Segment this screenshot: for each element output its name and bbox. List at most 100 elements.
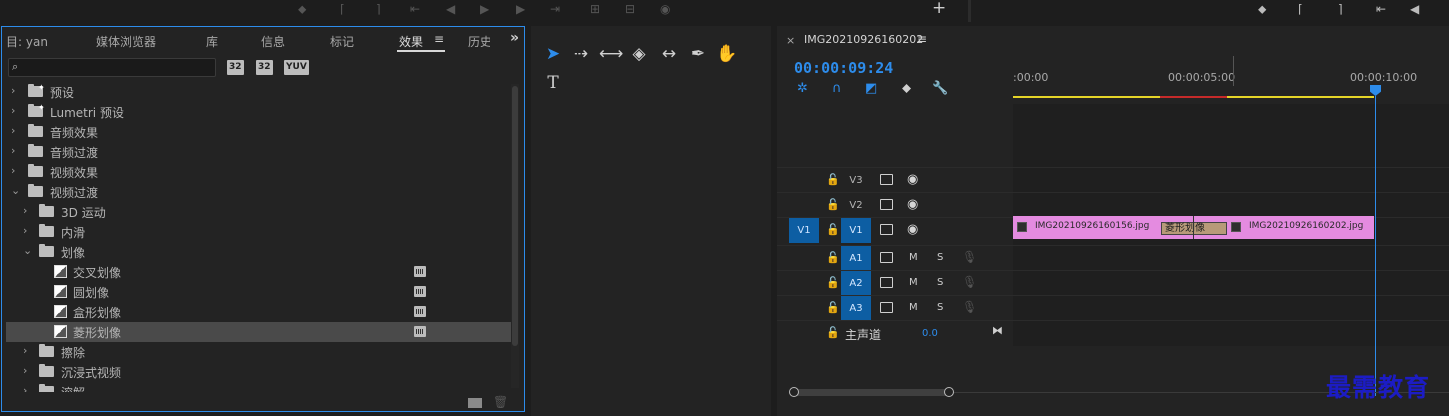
sync-lock-icon[interactable]: [880, 252, 893, 263]
tree-item-iris[interactable]: ⌄ 划像: [6, 242, 511, 262]
mark-out-icon[interactable]: ⌉: [376, 2, 381, 16]
overwrite-icon[interactable]: ⊟: [625, 2, 635, 16]
microphone-icon[interactable]: 🎙: [962, 250, 977, 264]
time-ruler[interactable]: :00:00 00:00:05:00 00:00:10:00: [1013, 64, 1449, 100]
go-to-next-edit-icon[interactable]: ⧓: [992, 324, 1003, 337]
track-name[interactable]: A3: [841, 296, 871, 321]
track-row-a3[interactable]: 🔓 A3 M S 🎙: [777, 295, 1449, 321]
insert-icon[interactable]: ⊞: [590, 2, 600, 16]
tree-item-immersive-video[interactable]: › 沉浸式视频: [6, 362, 511, 382]
razor-tool-icon[interactable]: ◈: [627, 42, 651, 66]
program-mark-out-icon[interactable]: ⌉: [1338, 2, 1343, 16]
lock-icon[interactable]: 🔓: [826, 276, 840, 289]
marker-icon[interactable]: ⬥: [298, 2, 306, 17]
selection-tool-icon[interactable]: ➤: [541, 42, 565, 66]
microphone-icon[interactable]: 🎙: [962, 300, 977, 314]
tree-item-3d-motion[interactable]: › 3D 运动: [6, 202, 511, 222]
chevron-right-icon[interactable]: ›: [23, 204, 27, 217]
accelerated-effects-filter[interactable]: 32: [227, 60, 244, 75]
lock-icon[interactable]: 🔓: [826, 301, 840, 314]
slip-tool-icon[interactable]: ↔: [657, 42, 681, 66]
chevron-down-icon[interactable]: ⌄: [11, 184, 20, 197]
lock-icon[interactable]: 🔓: [826, 198, 840, 211]
tree-item-iris-box[interactable]: 盒形划像: [6, 302, 511, 322]
sync-lock-icon[interactable]: [880, 277, 893, 288]
solo-button[interactable]: S: [937, 302, 943, 313]
solo-button[interactable]: S: [937, 252, 943, 263]
mark-in-icon[interactable]: ⌈: [340, 2, 345, 16]
sequence-tab[interactable]: IMG20210926160202: [804, 33, 923, 46]
sync-lock-icon[interactable]: [880, 174, 893, 185]
pen-tool-icon[interactable]: ✒: [686, 42, 710, 66]
tree-item-presets[interactable]: › ✦ 预设: [6, 82, 511, 102]
panel-menu-icon[interactable]: ≡: [434, 32, 444, 46]
track-name[interactable]: V3: [841, 168, 871, 193]
tree-item-iris-cross[interactable]: 交叉划像: [6, 262, 511, 282]
sync-lock-icon[interactable]: [880, 302, 893, 313]
export-frame-icon[interactable]: ◉: [660, 2, 670, 16]
sequence-menu-icon[interactable]: ≡: [917, 32, 927, 46]
lock-icon[interactable]: 🔓: [826, 173, 840, 186]
chevron-right-icon[interactable]: ›: [11, 144, 15, 157]
chevron-right-icon[interactable]: ›: [23, 364, 27, 377]
tree-item-audio-effects[interactable]: › 音频效果: [6, 122, 511, 142]
track-row-a2[interactable]: 🔓 A2 M S 🎙: [777, 270, 1449, 296]
tab-info[interactable]: 信息: [261, 33, 285, 50]
master-volume-value[interactable]: 0.0: [922, 328, 938, 339]
track-name[interactable]: V1: [841, 218, 871, 243]
chevron-right-icon[interactable]: ›: [11, 124, 15, 137]
chevron-right-icon[interactable]: ›: [11, 164, 15, 177]
track-row-v3[interactable]: 🔓 V3 ◉: [777, 167, 1449, 192]
eye-icon[interactable]: ◉: [907, 197, 918, 212]
track-row-a1[interactable]: 🔓 A1 M S 🎙: [777, 245, 1449, 271]
snap-icon[interactable]: ∩: [832, 81, 842, 96]
nest-icon[interactable]: ✲: [797, 81, 808, 96]
tab-project[interactable]: 目: yan: [6, 33, 48, 50]
play-icon[interactable]: ▶: [480, 2, 489, 16]
eye-icon[interactable]: ◉: [907, 172, 918, 187]
track-name[interactable]: A2: [841, 271, 871, 296]
chevron-right-icon[interactable]: ›: [23, 344, 27, 357]
program-go-to-in-icon[interactable]: ⇤: [1376, 2, 1386, 16]
effects-search[interactable]: ⌕: [8, 58, 216, 77]
effects-scrollbar[interactable]: [511, 84, 519, 388]
add-button-icon[interactable]: +: [932, 0, 946, 18]
clip-2[interactable]: IMG20210926160202.jpg: [1227, 216, 1374, 239]
step-back-icon[interactable]: ◀: [446, 2, 455, 16]
tree-item-slide[interactable]: › 内滑: [6, 222, 511, 242]
sync-lock-icon[interactable]: [880, 224, 893, 235]
mute-button[interactable]: M: [909, 302, 918, 313]
eye-icon[interactable]: ◉: [907, 222, 918, 237]
playhead-timecode[interactable]: 00:00:09:24: [794, 59, 893, 77]
wrench-icon[interactable]: 🔧: [932, 81, 948, 96]
track-name[interactable]: A1: [841, 246, 871, 271]
tree-item-iris-diamond[interactable]: 菱形划像: [6, 322, 511, 342]
search-input[interactable]: [27, 60, 213, 75]
chevron-right-icon[interactable]: ›: [23, 384, 27, 392]
32bit-effects-filter[interactable]: 32: [256, 60, 273, 75]
yuv-effects-filter[interactable]: YUV: [284, 60, 309, 75]
trash-icon[interactable]: 🗑: [493, 395, 508, 409]
track-name[interactable]: V2: [841, 193, 871, 218]
tree-item-iris-round[interactable]: 圆划像: [6, 282, 511, 302]
lock-icon[interactable]: 🔓: [826, 223, 840, 236]
lock-icon[interactable]: 🔓: [826, 251, 840, 264]
tab-libraries[interactable]: 库: [206, 33, 218, 50]
type-tool-icon[interactable]: T: [541, 71, 565, 95]
tab-effects[interactable]: 效果: [399, 33, 423, 50]
clip-1[interactable]: IMG20210926160156.jpg: [1013, 216, 1163, 239]
tree-item-audio-transitions[interactable]: › 音频过渡: [6, 142, 511, 162]
track-row-master[interactable]: 🔓 主声道 0.0 ⧓: [777, 320, 1449, 345]
tree-item-dissolve[interactable]: › 溶解: [6, 382, 511, 392]
add-marker-icon[interactable]: ⬥: [902, 81, 911, 96]
chevron-right-icon[interactable]: ›: [11, 84, 15, 97]
linked-selection-icon[interactable]: ◩: [865, 81, 877, 96]
microphone-icon[interactable]: 🎙: [962, 275, 977, 289]
chevron-down-icon[interactable]: ⌄: [23, 244, 32, 257]
tree-item-video-effects[interactable]: › 视频效果: [6, 162, 511, 182]
program-mark-in-icon[interactable]: ⌈: [1298, 2, 1303, 16]
track-row-v2[interactable]: 🔓 V2 ◉: [777, 192, 1449, 217]
program-step-back-icon[interactable]: ◀: [1410, 2, 1419, 16]
hand-tool-icon[interactable]: ✋: [715, 42, 739, 66]
sync-lock-icon[interactable]: [880, 199, 893, 210]
